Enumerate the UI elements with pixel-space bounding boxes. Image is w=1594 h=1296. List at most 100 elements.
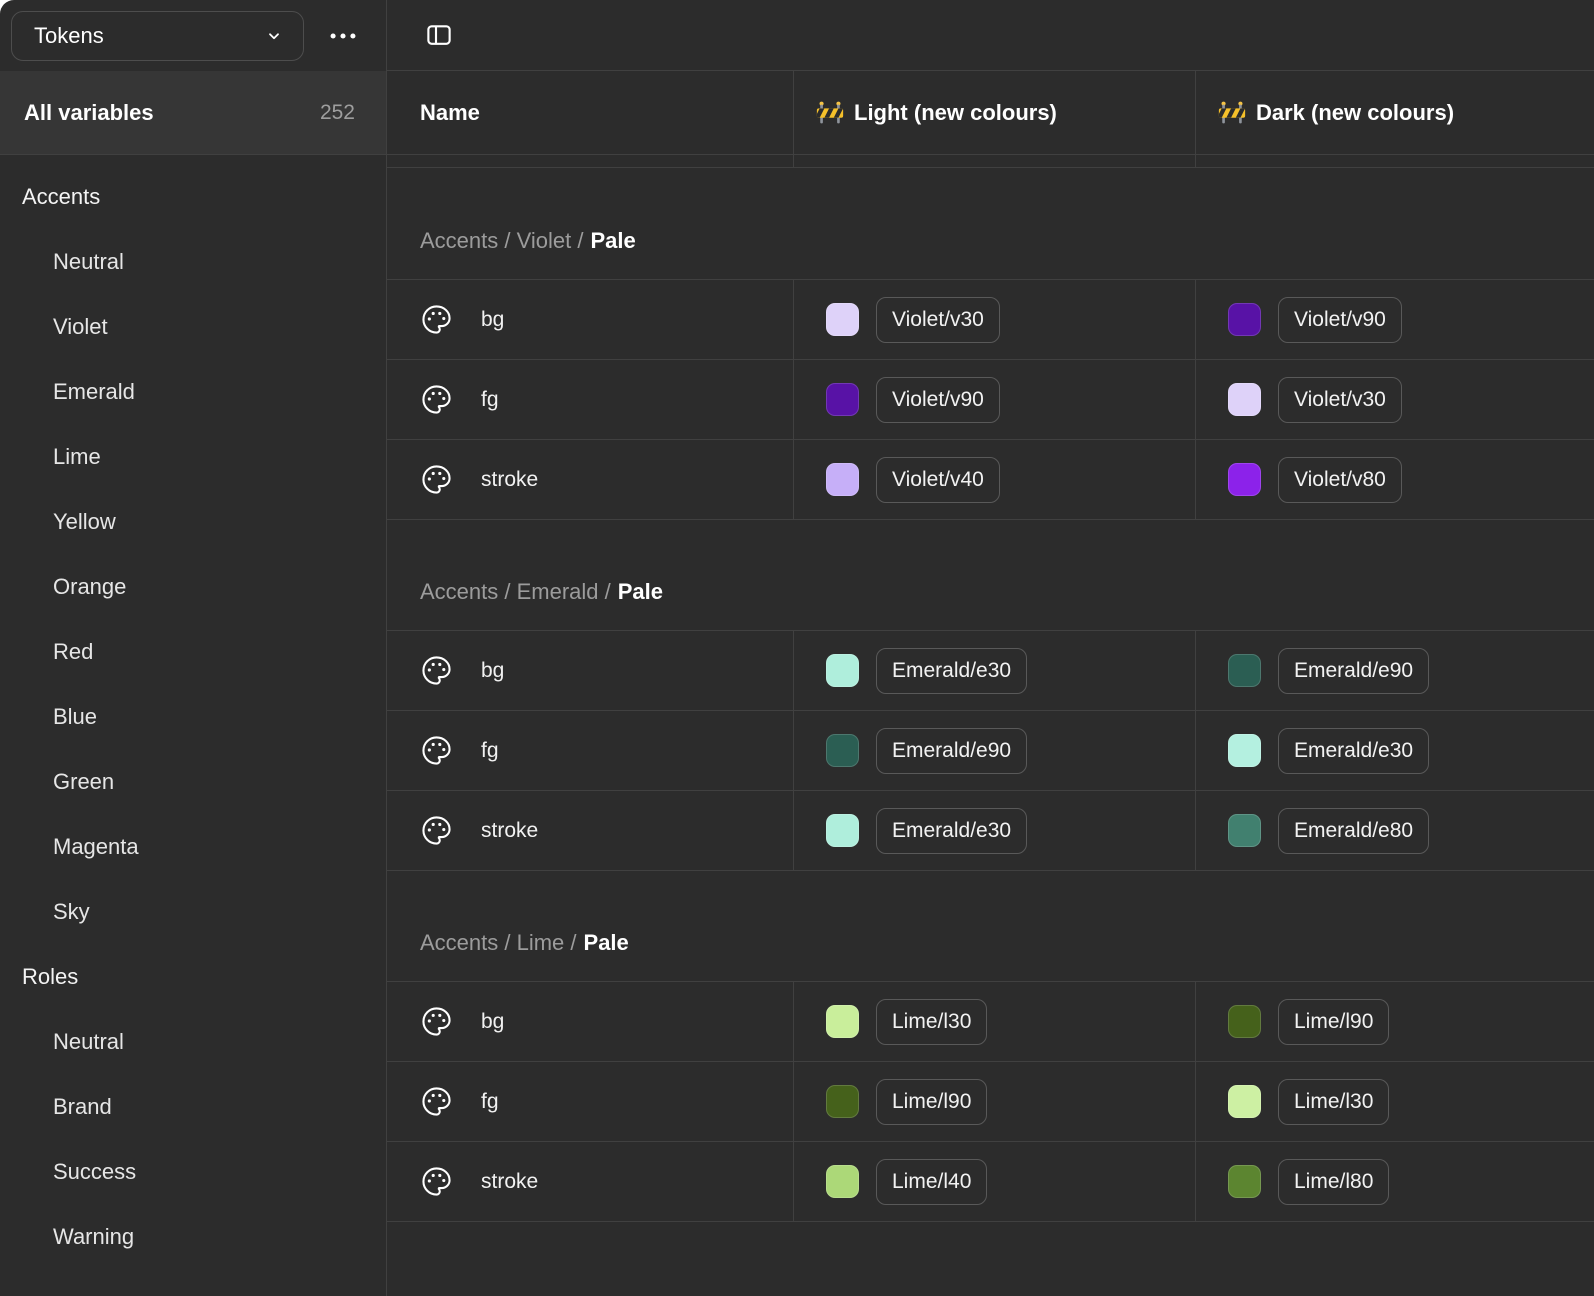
variable-name: fg: [481, 388, 499, 412]
variable-row[interactable]: fg Violet/v90 Violet/v30: [387, 359, 1594, 439]
sidebar-group-roles[interactable]: Roles: [0, 944, 386, 1009]
variable-row[interactable]: fg Emerald/e90 Emerald/e30: [387, 710, 1594, 790]
color-swatch[interactable]: [1228, 383, 1261, 416]
variable-name-cell[interactable]: fg: [387, 711, 793, 790]
variable-row[interactable]: fg Lime/l90 Lime/l30: [387, 1061, 1594, 1141]
variable-name-cell[interactable]: fg: [387, 1062, 793, 1141]
variable-name-cell[interactable]: bg: [387, 280, 793, 359]
color-swatch[interactable]: [1228, 734, 1261, 767]
color-swatch[interactable]: [826, 1085, 859, 1118]
dark-value-cell[interactable]: Emerald/e90: [1195, 631, 1594, 710]
light-value-cell[interactable]: Violet/v30: [793, 280, 1195, 359]
token-chip[interactable]: Lime/l90: [876, 1079, 987, 1125]
column-header-dark-mode[interactable]: Dark (new colours): [1195, 71, 1594, 154]
token-chip[interactable]: Emerald/e80: [1278, 808, 1429, 854]
token-chip[interactable]: Lime/l80: [1278, 1159, 1389, 1205]
dark-value-cell[interactable]: Violet/v80: [1195, 440, 1594, 519]
token-chip[interactable]: Violet/v90: [1278, 297, 1402, 343]
token-chip[interactable]: Violet/v90: [876, 377, 1000, 423]
color-swatch[interactable]: [1228, 814, 1261, 847]
column-header-light-mode[interactable]: Light (new colours): [793, 71, 1195, 154]
sidebar-item-green[interactable]: Green: [0, 749, 386, 814]
sidebar-item-blue[interactable]: Blue: [0, 684, 386, 749]
token-chip[interactable]: Violet/v30: [876, 297, 1000, 343]
dark-value-cell[interactable]: Violet/v30: [1195, 360, 1594, 439]
light-value-cell[interactable]: Lime/l40: [793, 1142, 1195, 1221]
palette-icon: [420, 734, 453, 767]
color-swatch[interactable]: [826, 814, 859, 847]
token-chip[interactable]: Emerald/e30: [876, 808, 1027, 854]
token-chip[interactable]: Emerald/e30: [1278, 728, 1429, 774]
color-swatch[interactable]: [826, 383, 859, 416]
sidebar-item-red[interactable]: Red: [0, 619, 386, 684]
sidebar-item-success[interactable]: Success: [0, 1139, 386, 1204]
token-chip[interactable]: Lime/l40: [876, 1159, 987, 1205]
variable-row[interactable]: stroke Lime/l40 Lime/l80: [387, 1141, 1594, 1221]
token-chip[interactable]: Emerald/e90: [1278, 648, 1429, 694]
sidebar-item-magenta[interactable]: Magenta: [0, 814, 386, 879]
light-value-cell[interactable]: Violet/v90: [793, 360, 1195, 439]
dark-value-cell[interactable]: Lime/l30: [1195, 1062, 1594, 1141]
more-options-button[interactable]: [320, 13, 366, 59]
variable-row[interactable]: bg Emerald/e30 Emerald/e90: [387, 630, 1594, 710]
variable-name-cell[interactable]: bg: [387, 982, 793, 1061]
color-swatch[interactable]: [826, 303, 859, 336]
dark-value-cell[interactable]: Lime/l80: [1195, 1142, 1594, 1221]
light-value-cell[interactable]: Emerald/e30: [793, 791, 1195, 870]
light-value-cell[interactable]: Violet/v40: [793, 440, 1195, 519]
color-swatch[interactable]: [1228, 303, 1261, 336]
collection-selector[interactable]: Tokens: [11, 11, 304, 61]
variable-name-cell[interactable]: stroke: [387, 1142, 793, 1221]
light-value-cell[interactable]: Lime/l30: [793, 982, 1195, 1061]
color-swatch[interactable]: [826, 1165, 859, 1198]
color-swatch[interactable]: [1228, 1005, 1261, 1038]
token-chip[interactable]: Lime/l30: [876, 999, 987, 1045]
variable-row[interactable]: bg Lime/l30 Lime/l90: [387, 981, 1594, 1061]
column-header-name[interactable]: Name: [387, 71, 793, 154]
color-swatch[interactable]: [1228, 654, 1261, 687]
variable-name-cell[interactable]: fg: [387, 360, 793, 439]
color-swatch[interactable]: [1228, 463, 1261, 496]
variable-name-cell[interactable]: stroke: [387, 791, 793, 870]
token-chip[interactable]: Violet/v30: [1278, 377, 1402, 423]
sidebar-item-lime[interactable]: Lime: [0, 424, 386, 489]
color-swatch[interactable]: [826, 734, 859, 767]
sidebar-item-brand[interactable]: Brand: [0, 1074, 386, 1139]
dark-value-cell[interactable]: Violet/v90: [1195, 280, 1594, 359]
token-chip[interactable]: Violet/v40: [876, 457, 1000, 503]
light-value-cell[interactable]: Emerald/e30: [793, 631, 1195, 710]
variable-row[interactable]: stroke Violet/v40 Violet/v80: [387, 439, 1594, 519]
variable-name: stroke: [481, 1170, 538, 1194]
sidebar-item-emerald[interactable]: Emerald: [0, 359, 386, 424]
variable-row[interactable]: bg Violet/v30 Violet/v90: [387, 279, 1594, 359]
toggle-sidebar-button[interactable]: [418, 14, 460, 56]
variable-row[interactable]: stroke Emerald/e30 Emerald/e80: [387, 790, 1594, 870]
color-swatch[interactable]: [1228, 1165, 1261, 1198]
dark-value-cell[interactable]: Emerald/e30: [1195, 711, 1594, 790]
token-chip[interactable]: Lime/l30: [1278, 1079, 1389, 1125]
color-swatch[interactable]: [826, 463, 859, 496]
token-chip[interactable]: Emerald/e30: [876, 648, 1027, 694]
sidebar-item-warning[interactable]: Warning: [0, 1204, 386, 1269]
light-value-cell[interactable]: Lime/l90: [793, 1062, 1195, 1141]
sidebar-item-neutral[interactable]: Neutral: [0, 229, 386, 294]
sidebar-item-all-variables[interactable]: All variables 252: [0, 71, 386, 155]
color-swatch[interactable]: [826, 654, 859, 687]
variable-name: bg: [481, 308, 504, 332]
color-swatch[interactable]: [1228, 1085, 1261, 1118]
sidebar-item-yellow[interactable]: Yellow: [0, 489, 386, 554]
token-chip[interactable]: Emerald/e90: [876, 728, 1027, 774]
token-chip[interactable]: Violet/v80: [1278, 457, 1402, 503]
light-value-cell[interactable]: Emerald/e90: [793, 711, 1195, 790]
sidebar-item-neutral[interactable]: Neutral: [0, 1009, 386, 1074]
variable-name-cell[interactable]: bg: [387, 631, 793, 710]
color-swatch[interactable]: [826, 1005, 859, 1038]
sidebar-group-accents[interactable]: Accents: [0, 164, 386, 229]
dark-value-cell[interactable]: Emerald/e80: [1195, 791, 1594, 870]
dark-value-cell[interactable]: Lime/l90: [1195, 982, 1594, 1061]
sidebar-item-orange[interactable]: Orange: [0, 554, 386, 619]
variable-name-cell[interactable]: stroke: [387, 440, 793, 519]
sidebar-item-sky[interactable]: Sky: [0, 879, 386, 944]
token-chip[interactable]: Lime/l90: [1278, 999, 1389, 1045]
sidebar-item-violet[interactable]: Violet: [0, 294, 386, 359]
